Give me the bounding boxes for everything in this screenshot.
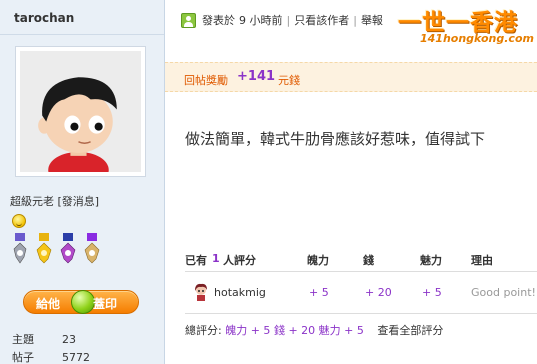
total-charm-name: 魅力 bbox=[318, 324, 341, 337]
posted-time: 9 小時前 bbox=[239, 14, 283, 27]
medals bbox=[13, 233, 100, 264]
give-label: 給他 bbox=[36, 297, 61, 311]
stat-value[interactable]: 23 bbox=[62, 331, 76, 349]
divider: | bbox=[286, 13, 291, 27]
rating-header: 已有 1 人評分 魄力 錢 魅力 理由 bbox=[185, 250, 537, 272]
only-author-link[interactable]: 只看該作者 bbox=[294, 12, 349, 28]
green-ball-icon bbox=[71, 290, 95, 314]
table-row: hotakmig + 5 + 20 + 5 Good point! bbox=[185, 283, 537, 305]
rate-reason: Good point! bbox=[471, 286, 536, 299]
smiley-icon bbox=[12, 214, 26, 228]
reward-unit: 元錢 bbox=[278, 74, 300, 87]
post-content: 做法簡單，韓式牛肋骨應該好惹味，值得試下 bbox=[185, 130, 486, 148]
send-message-link[interactable]: [發消息] bbox=[58, 195, 100, 208]
divider bbox=[185, 271, 537, 272]
rating-total: 總評分: 魄力 + 5 錢 + 20 魅力 + 5 查看全部評分 bbox=[185, 322, 443, 338]
post-header: 發表於 9 小時前 | 只看該作者 | 舉報 bbox=[181, 12, 383, 28]
stat-row: 主題 23 bbox=[12, 331, 90, 349]
avatar-image bbox=[20, 51, 141, 172]
stat-value[interactable]: 5772 bbox=[62, 349, 90, 364]
total-power-value: + 5 bbox=[250, 324, 271, 337]
divider bbox=[0, 34, 164, 35]
rater-avatar-icon bbox=[195, 283, 207, 301]
rank-title: 超級元老 bbox=[10, 195, 54, 208]
user-stats: 主題 23 帖子 5772 bbox=[12, 331, 90, 364]
report-link[interactable]: 舉報 bbox=[361, 12, 383, 28]
user-rank: 超級元老 [發消息] bbox=[10, 193, 99, 209]
stat-label: 帖子 bbox=[12, 351, 34, 364]
logo-domain: 141hongkong.com bbox=[420, 32, 534, 45]
reward-amount: +141 bbox=[237, 69, 276, 84]
col-header-charm: 魅力 bbox=[420, 254, 442, 267]
total-money-name: 錢 bbox=[273, 324, 285, 337]
site-logo[interactable]: 一世一香港 141hongkong.com bbox=[392, 3, 537, 47]
medal-icon bbox=[84, 233, 100, 264]
divider bbox=[185, 313, 537, 314]
user-sidebar: tarochan 超級元老 [發消息] 給他 蓋印 主題 23 帖子 5772 bbox=[0, 0, 165, 364]
col-header-power: 魄力 bbox=[307, 254, 329, 267]
col-header-reason: 理由 bbox=[471, 254, 493, 267]
avatar[interactable] bbox=[15, 46, 146, 177]
rater-name[interactable]: hotakmig bbox=[214, 286, 266, 299]
divider: | bbox=[353, 13, 357, 27]
total-label: 總評分: bbox=[185, 324, 222, 337]
username[interactable]: tarochan bbox=[14, 11, 74, 25]
stat-row: 帖子 5772 bbox=[12, 349, 90, 364]
user-online-icon bbox=[181, 12, 196, 28]
rate-money: + 20 bbox=[365, 286, 392, 299]
total-charm-value: + 5 bbox=[344, 324, 364, 337]
rating-count: 1 bbox=[212, 252, 220, 265]
rating-suffix: 人評分 bbox=[223, 254, 256, 267]
rating-prefix: 已有 bbox=[185, 254, 207, 267]
reward-label: 回帖獎勵 bbox=[184, 74, 228, 87]
medal-icon bbox=[60, 233, 76, 264]
posted-label: 發表於 bbox=[202, 14, 235, 27]
total-power-name: 魄力 bbox=[225, 324, 248, 337]
stamp-label: 蓋印 bbox=[93, 297, 118, 311]
rate-charm: + 5 bbox=[422, 286, 442, 299]
medal-icon bbox=[36, 233, 52, 264]
view-all-ratings-link[interactable]: 查看全部評分 bbox=[377, 324, 443, 337]
col-header-money: 錢 bbox=[363, 254, 374, 267]
medal-icon bbox=[13, 233, 27, 264]
give-stamp-button[interactable]: 給他 蓋印 bbox=[23, 290, 139, 314]
stat-label: 主題 bbox=[12, 333, 34, 346]
total-money-value: + 20 bbox=[288, 324, 316, 337]
rate-power: + 5 bbox=[309, 286, 329, 299]
reply-reward-bar: 回帖獎勵 +141 元錢 bbox=[165, 62, 537, 92]
